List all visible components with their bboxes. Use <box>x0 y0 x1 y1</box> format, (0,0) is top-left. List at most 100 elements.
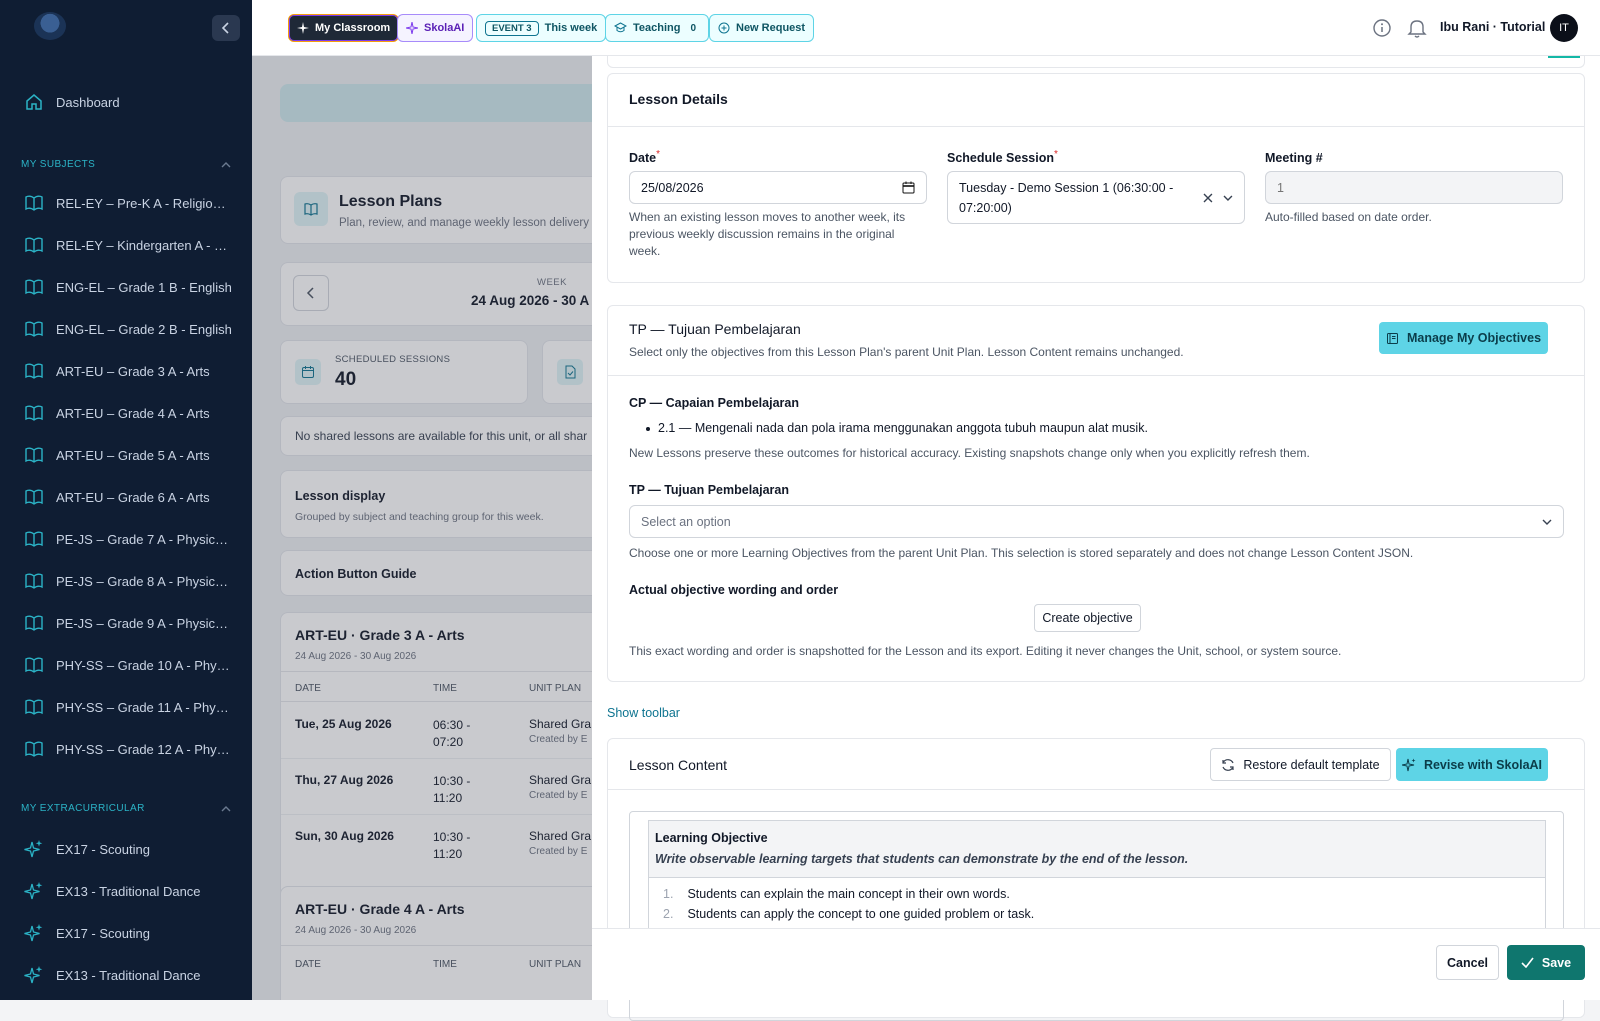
event-button[interactable]: EVENT 3 This week <box>476 14 607 42</box>
sidebar-item-label: PHY-SS – Grade 11 A - Physics <box>56 699 232 715</box>
book-icon <box>25 405 43 421</box>
bell-icon[interactable] <box>1407 17 1427 39</box>
skolaai-button[interactable]: SkolaAI <box>397 14 474 42</box>
sidebar-item-label: ART-EU – Grade 4 A - Arts <box>56 405 210 421</box>
chevron-down-icon <box>1542 519 1552 525</box>
my-subjects-header[interactable]: MY SUBJECTS <box>21 159 231 170</box>
revise-with-skolaai-button[interactable]: Revise with SkolaAI <box>1396 748 1548 781</box>
cp-note: New Lessons preserve these outcomes for … <box>629 446 1310 460</box>
date-help: When an existing lesson moves to another… <box>629 210 906 258</box>
actual-objective-help: This exact wording and order is snapshot… <box>629 644 1342 658</box>
learning-objective-header: Learning Objective Write observable lear… <box>648 820 1546 878</box>
sidebar-item-subject[interactable]: ART-EU – Grade 6 A - Arts <box>0 480 252 514</box>
meeting-help: Auto-filled based on date order. <box>1265 210 1432 224</box>
my-extracurricular-header[interactable]: MY EXTRACURRICULAR <box>21 803 231 814</box>
tp-panel: TP — Tujuan Pembelajaran Select only the… <box>607 305 1585 682</box>
sidebar-item-label: PE-JS – Grade 8 A - Physical E... <box>56 573 232 589</box>
user-name[interactable]: Ibu Rani · Tutorial <box>1440 20 1545 34</box>
sidebar-item-subject[interactable]: ENG-EL – Grade 2 B - English <box>0 312 252 346</box>
sidebar-item-subject[interactable]: ART-EU – Grade 4 A - Arts <box>0 396 252 430</box>
sidebar-item-label: ART-EU – Grade 3 A - Arts <box>56 363 210 379</box>
book-icon <box>25 279 43 295</box>
sidebar-item-label: EX17 - Scouting <box>56 925 150 941</box>
chevron-left-icon <box>221 22 229 34</box>
sidebar-item-subject[interactable]: PHY-SS – Grade 11 A - Physics <box>0 690 252 724</box>
sidebar-item-extracurricular[interactable]: EX17 - Scouting <box>0 832 252 866</box>
sidebar-item-extracurricular[interactable]: EX17 - Scouting <box>0 916 252 950</box>
sparkle-icon <box>297 22 309 34</box>
sidebar-item-subject[interactable]: ART-EU – Grade 5 A - Arts <box>0 438 252 472</box>
cp-title: CP — Capaian Pembelajaran <box>629 396 799 410</box>
check-icon <box>1521 957 1534 968</box>
sidebar-item-extracurricular[interactable]: EX13 - Traditional Dance <box>0 958 252 992</box>
sidebar-item-subject[interactable]: PE-JS – Grade 7 A - Physical E... <box>0 522 252 556</box>
sidebar-item-subject[interactable]: REL-EY – Kindergarten A - Reli... <box>0 228 252 262</box>
learning-objective-title: Learning Objective <box>655 831 768 845</box>
sparkles-icon <box>24 882 43 900</box>
sidebar-item-label: Dashboard <box>56 94 120 110</box>
sidebar-item-subject[interactable]: REL-EY – Pre-K A - Religious a... <box>0 186 252 220</box>
teaching-count: 0 <box>690 22 697 34</box>
manage-my-objectives-button[interactable]: Manage My Objectives <box>1379 322 1548 354</box>
tp-help: Choose one or more Learning Objectives f… <box>629 546 1414 560</box>
date-label: Date* <box>629 149 660 165</box>
restore-default-template-button[interactable]: Restore default template <box>1210 748 1391 781</box>
sidebar-item-label: REL-EY – Kindergarten A - Reli... <box>56 237 232 253</box>
sidebar-item-label: PHY-SS – Grade 12 A - Physics <box>56 741 232 757</box>
sidebar-item-label: PHY-SS – Grade 10 A - Physics <box>56 657 232 673</box>
event-badge: EVENT 3 <box>485 20 539 36</box>
sidebar-item-label: ART-EU – Grade 6 A - Arts <box>56 489 210 505</box>
date-input[interactable]: 25/08/2026 <box>629 171 927 204</box>
save-button[interactable]: Save <box>1507 945 1585 980</box>
book-icon <box>25 573 43 589</box>
sidebar-item-subject[interactable]: PE-JS – Grade 9 A - Physical E... <box>0 606 252 640</box>
new-request-button[interactable]: New Request <box>709 14 815 42</box>
create-objective-button[interactable]: Create objective <box>1034 604 1141 632</box>
sidebar-item-subject[interactable]: PHY-SS – Grade 10 A - Physics <box>0 648 252 682</box>
objective-item: 1. Students can explain the main concept … <box>663 887 1010 901</box>
sparkles-icon <box>1401 758 1416 771</box>
book-icon <box>25 699 43 715</box>
lesson-details-panel: Lesson Details Date* 25/08/2026 When an … <box>607 73 1585 283</box>
sidebar-item-subject[interactable]: PE-JS – Grade 8 A - Physical E... <box>0 564 252 598</box>
sparkle-icon <box>406 22 418 34</box>
book-icon <box>25 489 43 505</box>
cancel-button[interactable]: Cancel <box>1436 945 1499 980</box>
sidebar-item-dashboard[interactable]: Dashboard <box>0 85 252 119</box>
edit-lesson-drawer: Lesson Details Date* 25/08/2026 When an … <box>592 56 1600 1021</box>
cp-list-item: 2.1 — Mengenali nada dan pola irama meng… <box>646 421 1148 435</box>
sidebar-item-label: EX13 - Traditional Dance <box>56 967 201 983</box>
show-toolbar-link[interactable]: Show toolbar <box>607 706 680 720</box>
clear-icon[interactable] <box>1203 193 1213 203</box>
sidebar-item-label: EX17 - Scouting <box>56 841 150 857</box>
sidebar-item-label: ART-EU – Grade 5 A - Arts <box>56 447 210 463</box>
lesson-details-title: Lesson Details <box>629 91 728 107</box>
meeting-number-input[interactable] <box>1265 171 1563 204</box>
app-logo[interactable] <box>34 12 66 40</box>
sidebar-item-label: EX13 - Traditional Dance <box>56 883 201 899</box>
sidebar-item-extracurricular[interactable]: EX13 - Traditional Dance <box>0 874 252 908</box>
book-icon <box>25 657 43 673</box>
home-icon <box>26 94 42 110</box>
top-bar: My Classroom SkolaAI EVENT 3 This week T… <box>252 0 1600 56</box>
sidebar-collapse-button[interactable] <box>212 15 240 41</box>
sidebar-item-label: PE-JS – Grade 9 A - Physical E... <box>56 615 232 631</box>
chevron-up-icon <box>221 805 231 811</box>
teaching-button[interactable]: Teaching 0 <box>605 14 710 42</box>
info-icon[interactable] <box>1372 18 1392 38</box>
sidebar-item-subject[interactable]: PHY-SS – Grade 12 A - Physics <box>0 732 252 766</box>
calendar-icon[interactable] <box>902 181 915 194</box>
sidebar-item-label: REL-EY – Pre-K A - Religious a... <box>56 195 232 211</box>
avatar[interactable]: IT <box>1550 14 1578 42</box>
chevron-down-icon[interactable] <box>1223 193 1233 203</box>
objective-item: 2. Students can apply the concept to one … <box>663 907 1035 921</box>
tp-select[interactable]: Select an option <box>629 505 1564 538</box>
book-icon <box>25 447 43 463</box>
sidebar-item-subject[interactable]: ART-EU – Grade 3 A - Arts <box>0 354 252 388</box>
lesson-content-title: Lesson Content <box>629 757 728 773</box>
sidebar: Dashboard MY SUBJECTS REL-EY – Pre-K A -… <box>0 0 252 1000</box>
sidebar-item-subject[interactable]: ENG-EL – Grade 1 B - English <box>0 270 252 304</box>
graduation-cap-icon <box>614 22 627 33</box>
schedule-session-select[interactable]: Tuesday - Demo Session 1 (06:30:00 - 07:… <box>947 171 1245 224</box>
my-classroom-button[interactable]: My Classroom <box>288 14 400 42</box>
